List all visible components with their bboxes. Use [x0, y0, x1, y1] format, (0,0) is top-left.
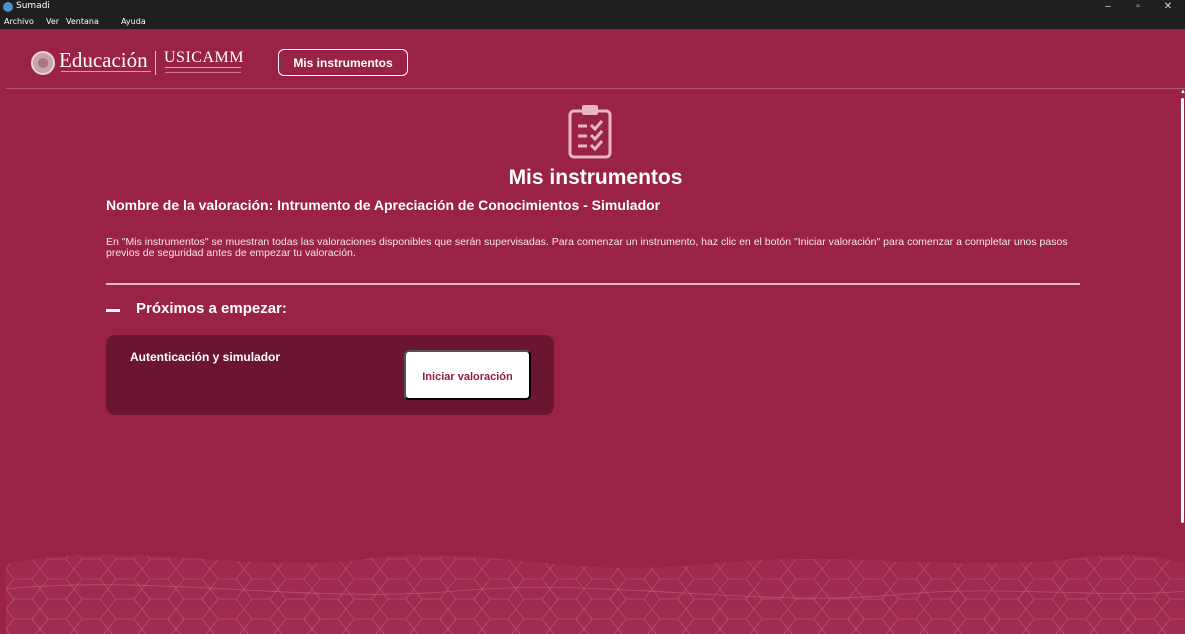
close-icon[interactable]: ✕ [1155, 0, 1181, 14]
window-title: Sumadi [16, 1, 50, 11]
section-divider [106, 283, 1080, 285]
window-titlebar: Sumadi – ▫ ✕ [0, 0, 1185, 14]
page-title: Mis instrumentos [508, 166, 683, 189]
instructions-text: En "Mis instrumentos" se muestran todas … [106, 236, 1068, 259]
clipboard-check-icon [568, 105, 612, 159]
scroll-up-arrow-icon[interactable]: ▲ [1180, 89, 1185, 97]
restore-icon[interactable]: ▫ [1125, 0, 1151, 14]
assessment-name: Nombre de la valoración: Intrumento de A… [106, 197, 661, 213]
government-seal-logo [31, 51, 55, 75]
menu-archivo[interactable]: Archivo [4, 17, 34, 26]
app-content: Educación USICAMM Mis instrumentos Mis i… [6, 29, 1185, 634]
menu-ver[interactable]: Ver [46, 17, 59, 26]
section-title-upcoming: Próximos a empezar: [136, 300, 287, 317]
mis-instrumentos-nav-button[interactable]: Mis instrumentos [278, 49, 408, 76]
app-header: Educación USICAMM Mis instrumentos [6, 29, 1185, 89]
menu-ventana[interactable]: Ventana [66, 17, 99, 26]
assessment-card: Autenticación y simulador Iniciar valora… [106, 335, 554, 415]
menu-bar: Archivo Ver Ventana Ayuda [0, 14, 1185, 29]
menu-ayuda[interactable]: Ayuda [121, 17, 146, 26]
minimize-icon[interactable]: – [1095, 0, 1121, 14]
collapse-dash-icon[interactable] [106, 309, 120, 312]
hex-mesh-wave-decoration [6, 519, 1185, 634]
brand-divider [155, 51, 156, 75]
brand-educacion-subline [61, 71, 151, 75]
brand-usicamm: USICAMM [164, 49, 244, 66]
assessment-card-title: Autenticación y simulador [130, 350, 281, 364]
brand-usicamm-subline [165, 67, 241, 73]
app-icon [3, 2, 13, 12]
brand-educacion: Educación [59, 48, 148, 72]
iniciar-valoracion-button[interactable]: Iniciar valoración [404, 350, 531, 400]
scrollbar-thumb[interactable] [1181, 98, 1184, 523]
